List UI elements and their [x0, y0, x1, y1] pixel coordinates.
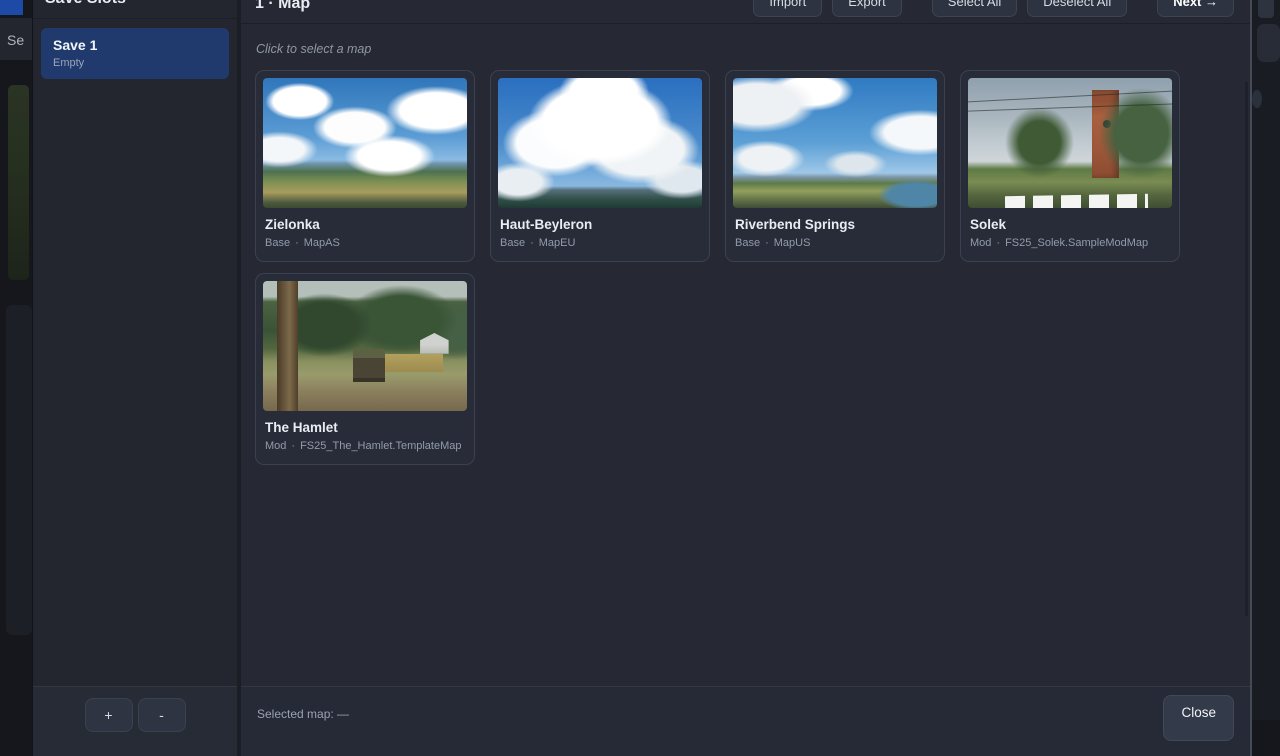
map-id: FS25_Solek.SampleModMap	[1005, 237, 1148, 249]
subtitle-separator: ·	[530, 237, 534, 249]
map-subtitle: Mod · FS25_The_Hamlet.TemplateMap	[265, 440, 465, 452]
remove-slot-button[interactable]: -	[138, 698, 186, 732]
map-id: MapAS	[304, 237, 340, 249]
subtitle-separator: ·	[295, 237, 299, 249]
map-type: Mod	[265, 440, 286, 452]
map-select-hint: Click to select a map	[256, 42, 1236, 56]
map-type: Base	[265, 237, 290, 249]
map-title: The Hamlet	[265, 420, 465, 435]
map-subtitle: Mod · FS25_Solek.SampleModMap	[970, 237, 1170, 249]
step-title: 1 · Map	[255, 0, 310, 17]
tree-trunk-shape	[277, 281, 297, 411]
export-button[interactable]: Export	[832, 0, 902, 17]
map-thumbnail-the-hamlet	[263, 281, 467, 411]
close-button[interactable]: Close	[1163, 695, 1234, 741]
background-thumbnail-strip	[8, 85, 29, 280]
solek-logo-letters	[1005, 194, 1148, 208]
background-right-strip	[1252, 0, 1280, 720]
save-slots-footer: + -	[33, 686, 237, 756]
map-card-zielonka[interactable]: Zielonka Base · MapAS	[255, 70, 475, 262]
save-slot-item-1[interactable]: Save 1 Empty	[41, 28, 229, 79]
save-editor-dialog: Save Slots Save 1 Empty + - 1 · Map Impo…	[32, 0, 1252, 756]
map-thumbnail-riverbend-springs	[733, 78, 937, 208]
hut-shape	[353, 349, 386, 383]
map-type: Mod	[970, 237, 991, 249]
background-partial-label: Se	[7, 32, 24, 48]
save-slot-name: Save 1	[53, 37, 217, 53]
scrollbar-track[interactable]	[1245, 82, 1248, 616]
next-step-button[interactable]: Next →	[1157, 0, 1234, 17]
map-card-the-hamlet[interactable]: The Hamlet Mod · FS25_The_Hamlet.TemplateM…	[255, 273, 475, 465]
map-card-riverbend-springs[interactable]: Riverbend Springs Base · MapUS	[725, 70, 945, 262]
map-type: Base	[500, 237, 525, 249]
map-step-panel: 1 · Map Import Export Select All Deselec…	[241, 0, 1250, 756]
subtitle-separator: ·	[996, 237, 1000, 249]
map-card-haut-beyleron[interactable]: Haut-Beyleron Base · MapEU	[490, 70, 710, 262]
map-card-grid: Zielonka Base·MapAS Haut-Beyleron Base·M…	[255, 70, 1195, 465]
map-id: MapUS	[774, 237, 811, 249]
select-all-button[interactable]: Select All	[932, 0, 1017, 17]
map-title: Solek	[970, 217, 1170, 232]
deselect-all-button[interactable]: Deselect All	[1027, 0, 1127, 17]
map-subtitle: Base · MapUS	[735, 237, 935, 249]
map-id: MapEU	[539, 237, 576, 249]
map-thumbnail-haut-beyleron	[498, 78, 702, 208]
background-card-strip	[6, 305, 32, 635]
tree-shape	[1005, 107, 1074, 179]
map-grid-area: Click to select a map Zielonka Base · MapA…	[241, 24, 1250, 686]
background-accent-button	[0, 0, 23, 15]
map-id: FS25_The_Hamlet.TemplateMap	[300, 440, 461, 452]
background-right-button	[1257, 24, 1280, 62]
map-toolbar: Import Export Select All Deselect All Ne…	[753, 0, 1234, 17]
map-subtitle: Base · MapAS	[265, 237, 465, 249]
save-slots-sidebar: Save Slots Save 1 Empty + -	[33, 0, 241, 756]
map-thumbnail-solek	[968, 78, 1172, 208]
subtitle-separator: ·	[765, 237, 769, 249]
save-slots-title: Save Slots	[33, 0, 237, 19]
save-slot-status: Empty	[53, 57, 217, 69]
map-title: Riverbend Springs	[735, 217, 935, 232]
map-card-solek[interactable]: Solek Mod · FS25_Solek.SampleModMap	[960, 70, 1180, 262]
add-slot-button[interactable]: +	[85, 698, 133, 732]
map-subtitle: Base · MapEU	[500, 237, 700, 249]
map-title: Zielonka	[265, 217, 465, 232]
background-right-tab	[1258, 0, 1274, 18]
map-type: Base	[735, 237, 760, 249]
map-title: Haut-Beyleron	[500, 217, 700, 232]
map-thumbnail-zielonka	[263, 78, 467, 208]
wheat-field-shape	[381, 354, 442, 372]
white-house-shape	[420, 333, 449, 354]
subtitle-separator: ·	[291, 440, 295, 452]
import-button[interactable]: Import	[753, 0, 822, 17]
map-step-footer: Selected map: — Close	[241, 686, 1250, 756]
map-step-header: 1 · Map Import Export Select All Deselec…	[241, 0, 1250, 24]
selected-map-status: Selected map: —	[257, 707, 349, 721]
background-right-dot	[1252, 90, 1262, 108]
